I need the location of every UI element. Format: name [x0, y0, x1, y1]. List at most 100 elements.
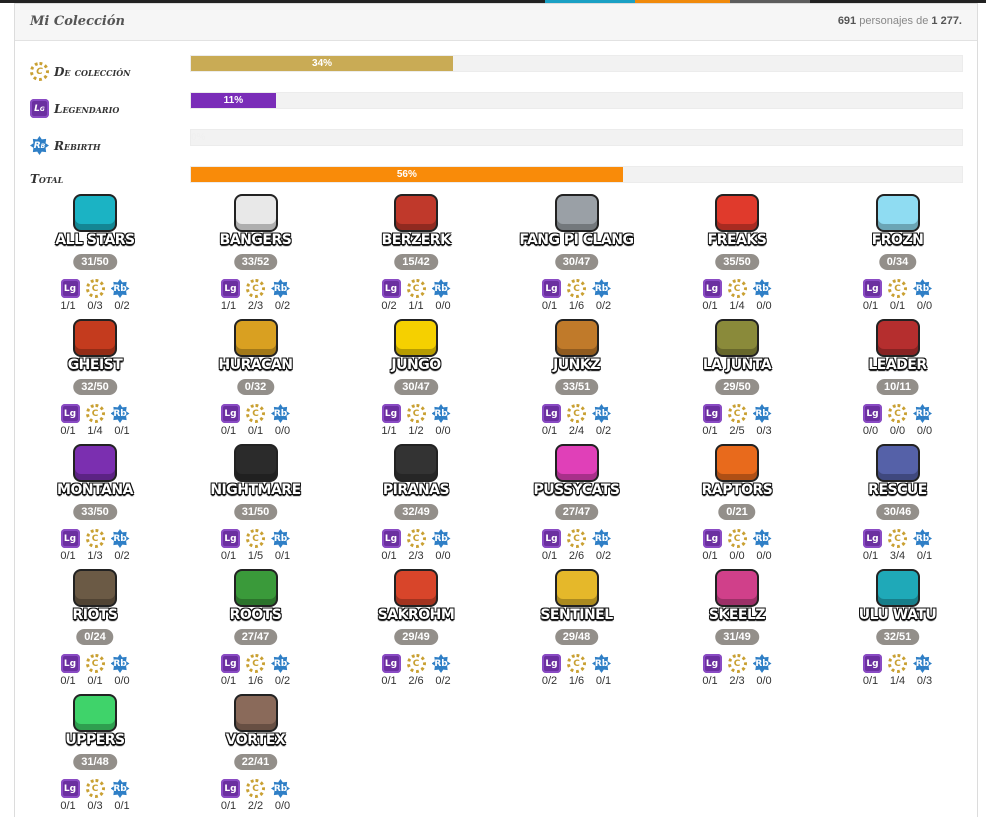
fist-emblem	[396, 196, 436, 230]
legendary-l-icon: Lg	[30, 99, 49, 118]
rarity-counts: 0/2 1/6 0/1	[497, 675, 657, 687]
rebirth-count: 0/0	[114, 675, 130, 687]
team-card[interactable]: VORTEX 22/41 Lg C Rb 0/1 2/2 0/0	[176, 696, 336, 817]
gold-count: 0/3	[87, 300, 103, 312]
legendary-count: 0/1	[862, 675, 879, 687]
gold-c-icon: C	[406, 279, 426, 298]
gold-c-icon: C	[567, 654, 586, 673]
gold-star-emblem	[556, 571, 597, 605]
paw-emblem	[396, 321, 436, 355]
team-card[interactable]: BERZERK 15/42 Lg C Rb 0/2 1/1 0/0	[336, 196, 496, 321]
legendary-count: 0/1	[862, 300, 879, 312]
legendary-l-icon: Lg	[381, 279, 401, 298]
rebirth-rb-icon: Rb	[271, 779, 290, 798]
horns-emblem	[717, 446, 757, 480]
team-card[interactable]: GHEIST 32/50 Lg C Rb 0/1 1/4 0/1	[15, 321, 175, 446]
rebirth-rb-icon: Rb	[752, 279, 772, 298]
legendary-count: 0/1	[60, 550, 76, 562]
team-name: JUNKZ	[553, 357, 600, 373]
legendary-l-icon: Lg	[60, 654, 80, 673]
team-card[interactable]: RAPTORS 0/21 Lg C Rb 0/1 0/0 0/0	[657, 446, 817, 571]
team-card[interactable]: FANG PI CLANG 30/47 Lg C Rb 0/1 1/6 0/2	[497, 196, 657, 321]
rarity-icons: Lg C Rb	[176, 404, 336, 423]
team-card[interactable]: LEADER 10/11 Lg C Rb 0/0 0/0 0/0	[818, 321, 978, 446]
team-card[interactable]: RESCUE 30/46 Lg C Rb 0/1 3/4 0/1	[818, 446, 978, 571]
team-name: BERZERK	[381, 232, 451, 248]
rebirth-count: 0/3	[916, 675, 933, 687]
team-card[interactable]: UPPERS 31/48 Lg C Rb 0/1 0/3 0/1	[15, 696, 175, 817]
gold-c-icon: C	[727, 279, 747, 298]
rebirth-rb-icon: Rb	[110, 779, 130, 798]
legendary-l-icon: Lg	[60, 779, 80, 798]
rebirth-count: 0/2	[435, 675, 451, 687]
rarity-counts: 0/1 2/6 0/2	[336, 675, 496, 687]
team-card[interactable]: SKEELZ 31/49 Lg C Rb 0/1 2/3 0/0	[657, 571, 817, 696]
rebirth-rb-icon: Rb	[913, 529, 932, 548]
legendary-l-icon: Lg	[542, 654, 561, 673]
skull-emblem	[75, 321, 115, 355]
team-card[interactable]: ALL STARS 31/50 Lg C Rb 1/1 0/3 0/2	[15, 196, 175, 321]
rarity-icons: Lg C Rb	[15, 404, 175, 423]
team-card[interactable]: HURACAN 0/32 Lg C Rb 0/1 0/1 0/0	[176, 321, 336, 446]
team-card[interactable]: JUNKZ 33/51 Lg C Rb 0/1 2/4 0/2	[497, 321, 657, 446]
rebirth-count: 0/0	[274, 800, 291, 812]
gold-c-icon: C	[85, 779, 105, 798]
team-card[interactable]: BANGERS 33/52 Lg C Rb 1/1 2/3 0/2	[176, 196, 336, 321]
rarity-icons: Lg C Rb	[336, 654, 496, 673]
legendary-count: 0/1	[862, 550, 879, 562]
team-progress: 0/34	[878, 254, 917, 270]
team-card[interactable]: ULU WATU 32/51 Lg C Rb 0/1 1/4 0/3	[818, 571, 978, 696]
gold-c-icon: C	[727, 529, 747, 548]
team-card[interactable]: MONTANA 33/50 Lg C Rb 0/1 1/3 0/2	[15, 446, 175, 571]
rebirth-rb-icon: Rb	[592, 404, 611, 423]
progress-bar-rebirth: 0%	[190, 129, 963, 146]
gold-count: 1/6	[247, 675, 264, 687]
gold-c-icon: C	[567, 279, 586, 298]
team-card[interactable]: PUSSYCATS 27/47 Lg C Rb 0/1 2/6 0/2	[497, 446, 657, 571]
rebirth-rb-icon: Rb	[110, 654, 130, 673]
legendary-l-icon: Lg	[863, 279, 882, 298]
rebirth-rb-icon: Rb	[592, 529, 611, 548]
legendary-l-icon: Lg	[381, 404, 401, 423]
team-progress: 33/50	[73, 504, 117, 520]
team-progress: 0/24	[76, 629, 114, 645]
team-card[interactable]: SAKROHM 29/49 Lg C Rb 0/1 2/6 0/2	[336, 571, 496, 696]
rebirth-count: 0/0	[756, 675, 772, 687]
rarity-icons: Lg C Rb	[657, 404, 817, 423]
legendary-l-icon: Lg	[863, 529, 882, 548]
team-card[interactable]: FREAKS 35/50 Lg C Rb 0/1 1/4 0/0	[657, 196, 817, 321]
team-card[interactable]: SENTINEL 29/48 Lg C Rb 0/2 1/6 0/1	[497, 571, 657, 696]
rarity-icons: Lg C Rb	[336, 529, 496, 548]
rebirth-rb-icon: Rb	[431, 279, 451, 298]
legendary-count: 0/1	[381, 550, 397, 562]
gold-count: 1/4	[889, 675, 906, 687]
gold-count: 2/6	[568, 550, 585, 562]
team-card[interactable]: PIRANAS 32/49 Lg C Rb 0/1 2/3 0/0	[336, 446, 496, 571]
rarity-counts: 0/1 2/3 0/0	[657, 675, 817, 687]
legendary-l-icon: Lg	[381, 529, 401, 548]
gold-c-icon: C	[406, 654, 426, 673]
rebirth-rb-icon: Rb	[913, 404, 932, 423]
rarity-counts: 0/1 0/1 0/0	[15, 675, 175, 687]
gold-count: 1/2	[408, 425, 424, 437]
hat-emblem	[75, 446, 115, 480]
rebirth-rb-icon: Rb	[431, 529, 451, 548]
team-card[interactable]: NIGHTMARE 31/50 Lg C Rb 0/1 1/5 0/1	[176, 446, 336, 571]
rebirth-count: 0/2	[114, 300, 130, 312]
gold-c-icon: C	[727, 404, 747, 423]
rebirth-count: 0/1	[114, 800, 130, 812]
stat-label-text: De colección	[54, 64, 131, 79]
team-card[interactable]: LA JUNTA 29/50 Lg C Rb 0/1 2/5 0/3	[657, 321, 817, 446]
team-name: LEADER	[868, 357, 927, 373]
team-card[interactable]: JUNGO 30/47 Lg C Rb 1/1 1/2 0/0	[336, 321, 496, 446]
rebirth-count: 0/0	[916, 425, 933, 437]
team-progress: 30/46	[875, 504, 920, 520]
team-card[interactable]: RIOTS 0/24 Lg C Rb 0/1 0/1 0/0	[15, 571, 175, 696]
rebirth-count: 0/0	[916, 300, 933, 312]
team-card[interactable]: FROZN 0/34 Lg C Rb 0/1 0/1 0/0	[818, 196, 978, 321]
gold-count: 2/5	[729, 425, 745, 437]
gold-count: 2/2	[247, 800, 264, 812]
legendary-l-icon: Lg	[221, 529, 240, 548]
gold-c-icon: C	[30, 62, 49, 81]
team-card[interactable]: ROOTS 27/47 Lg C Rb 0/1 1/6 0/2	[176, 571, 336, 696]
